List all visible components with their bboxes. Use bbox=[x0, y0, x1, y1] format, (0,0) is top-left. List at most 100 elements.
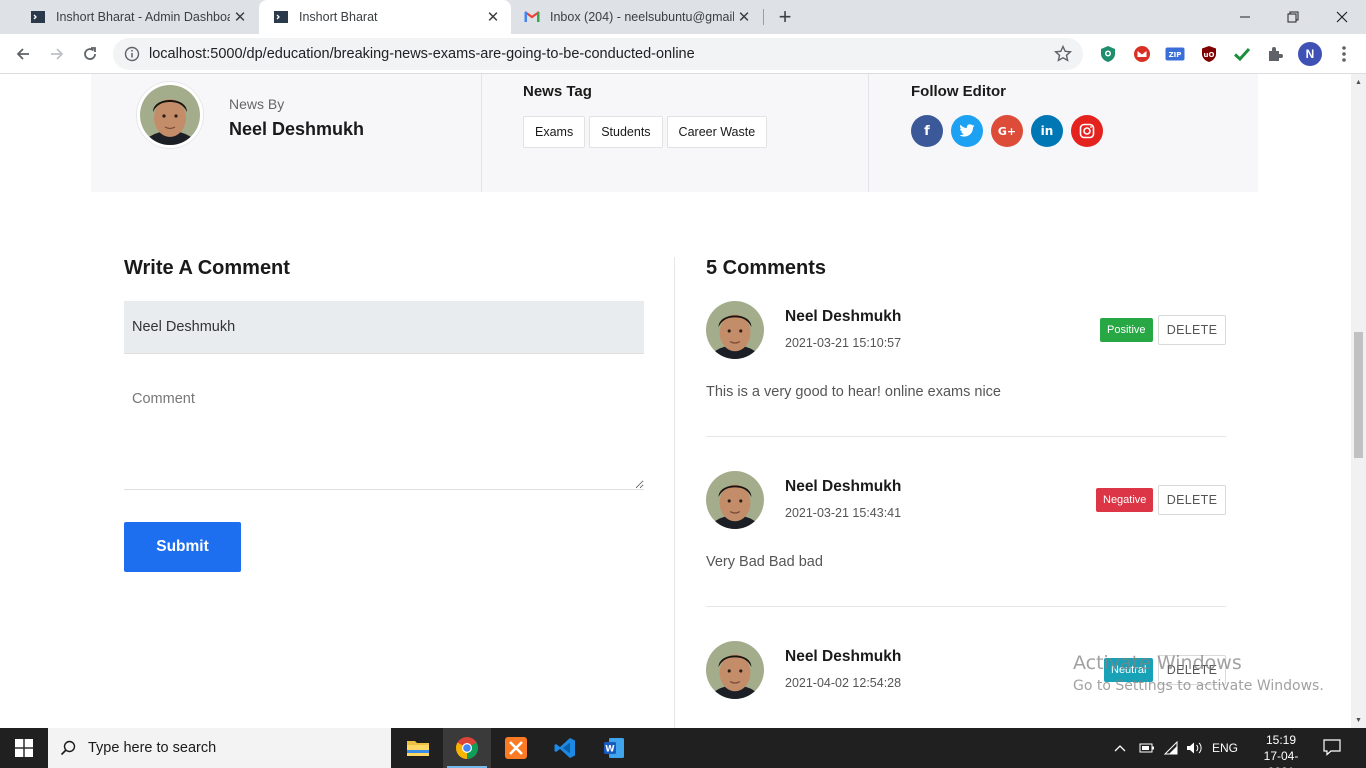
linkedin-icon[interactable]: in bbox=[1031, 115, 1063, 147]
close-window-button[interactable] bbox=[1319, 0, 1365, 34]
network-icon[interactable] bbox=[1163, 728, 1179, 768]
tab-admin-dashboard[interactable]: Inshort Bharat - Admin Dashboard ✕ bbox=[8, 0, 258, 34]
tab-close-icon[interactable]: ✕ bbox=[734, 7, 754, 27]
taskbar-chrome[interactable] bbox=[443, 728, 491, 768]
follow-editor-heading: Follow Editor bbox=[911, 83, 1006, 100]
back-button[interactable] bbox=[9, 40, 37, 68]
commenter-avatar bbox=[706, 471, 764, 529]
scroll-up-arrow-icon[interactable]: ▲ bbox=[1354, 77, 1363, 87]
clock-time: 15:19 bbox=[1265, 733, 1297, 747]
commenter-avatar bbox=[706, 301, 764, 359]
comment-textarea[interactable] bbox=[124, 376, 644, 490]
commenter-name: Neel Deshmukh bbox=[785, 648, 902, 665]
search-icon bbox=[60, 740, 76, 756]
tag-career-waste[interactable]: Career Waste bbox=[666, 116, 768, 148]
commenter-name-input[interactable] bbox=[124, 301, 644, 354]
delete-comment-button[interactable]: DELETE bbox=[1158, 485, 1226, 515]
comment-date: 2021-03-21 15:10:57 bbox=[785, 336, 902, 350]
commenter-avatar bbox=[706, 641, 764, 699]
svg-text:W: W bbox=[605, 745, 615, 755]
tag-exams[interactable]: Exams bbox=[523, 116, 586, 148]
tab-title: Inshort Bharat bbox=[299, 10, 378, 24]
twitter-icon[interactable] bbox=[951, 115, 983, 147]
chrome-icon bbox=[456, 737, 478, 759]
taskbar-word[interactable]: W bbox=[590, 728, 638, 768]
minimize-button[interactable] bbox=[1222, 0, 1268, 34]
terminal-favicon-icon bbox=[273, 9, 289, 25]
language-indicator[interactable]: ENG bbox=[1212, 728, 1238, 768]
article-meta-band: News By Neel Deshmukh News Tag Exams Stu… bbox=[91, 74, 1258, 192]
extension-shield-icon[interactable] bbox=[1098, 44, 1118, 64]
comment-date: 2021-03-21 15:43:41 bbox=[785, 506, 902, 520]
word-icon: W bbox=[604, 738, 624, 758]
commenter-name: Neel Deshmukh bbox=[785, 478, 902, 495]
browser-tab-strip: Inshort Bharat - Admin Dashboard ✕ Insho… bbox=[0, 0, 1366, 34]
show-hidden-icons-button[interactable] bbox=[1114, 728, 1126, 768]
windows-taskbar: Type here to search W ENG 15:19 17-04-20… bbox=[0, 728, 1366, 768]
facebook-icon[interactable]: f bbox=[911, 115, 943, 147]
browser-toolbar: localhost:5000/dp/education/breaking-new… bbox=[0, 34, 1366, 74]
chevron-up-icon bbox=[1114, 745, 1126, 752]
column-divider bbox=[481, 74, 482, 192]
tag-students[interactable]: Students bbox=[589, 116, 663, 148]
comments-column-divider bbox=[674, 257, 675, 728]
comment-date: 2021-04-02 12:54:28 bbox=[785, 676, 902, 690]
sentiment-badge-negative: Negative bbox=[1096, 488, 1154, 512]
column-divider bbox=[868, 74, 869, 192]
extension-zip-icon[interactable]: ZIP bbox=[1165, 44, 1185, 64]
tab-title: Inshort Bharat - Admin Dashboard bbox=[56, 10, 230, 24]
scrollbar-thumb[interactable] bbox=[1354, 332, 1363, 458]
news-tag-heading: News Tag bbox=[523, 83, 592, 100]
comments-count-title: 5 Comments bbox=[706, 257, 827, 279]
google-plus-icon[interactable]: G+ bbox=[991, 115, 1023, 147]
url-text: localhost:5000/dp/education/breaking-new… bbox=[149, 46, 695, 62]
page-scrollbar[interactable]: ▲ ▼ bbox=[1351, 74, 1366, 728]
activate-windows-watermark: Activate Windows Go to Settings to activ… bbox=[1073, 652, 1324, 694]
start-button[interactable] bbox=[0, 728, 48, 768]
extension-ublock-icon[interactable]: uO bbox=[1199, 44, 1219, 64]
battery-icon[interactable] bbox=[1139, 728, 1155, 768]
extensions-puzzle-icon[interactable] bbox=[1265, 44, 1285, 64]
taskbar-file-explorer[interactable] bbox=[394, 728, 442, 768]
terminal-favicon-icon bbox=[30, 9, 46, 25]
volume-icon[interactable] bbox=[1186, 728, 1204, 768]
site-info-icon[interactable] bbox=[124, 46, 140, 62]
taskbar-search-box[interactable]: Type here to search bbox=[48, 728, 391, 768]
sentiment-badge-positive: Positive bbox=[1100, 318, 1153, 342]
comment-separator bbox=[706, 606, 1226, 607]
folder-icon bbox=[407, 741, 429, 756]
action-center-icon[interactable] bbox=[1322, 738, 1344, 758]
restore-button[interactable] bbox=[1270, 0, 1316, 34]
write-comment-title: Write A Comment bbox=[124, 257, 290, 279]
tab-gmail-inbox[interactable]: Inbox (204) - neelsubuntu@gmail.com ✕ bbox=[512, 0, 762, 34]
author-name[interactable]: Neel Deshmukh bbox=[229, 119, 364, 140]
watermark-title: Activate Windows bbox=[1073, 652, 1242, 674]
taskbar-vscode[interactable] bbox=[541, 728, 589, 768]
taskbar-clock[interactable]: 15:19 17-04-2021 bbox=[1253, 732, 1309, 768]
comment-item: Neel Deshmukh 2021-03-21 15:10:57 Positi… bbox=[706, 301, 1226, 441]
instagram-icon[interactable] bbox=[1071, 115, 1103, 147]
scroll-down-arrow-icon[interactable]: ▼ bbox=[1354, 715, 1363, 725]
windows-logo-icon bbox=[15, 739, 33, 757]
reload-button[interactable] bbox=[76, 40, 104, 68]
submit-comment-button[interactable]: Submit bbox=[124, 522, 241, 572]
address-bar[interactable]: localhost:5000/dp/education/breaking-new… bbox=[113, 38, 1083, 70]
comment-text: This is a very good to hear! online exam… bbox=[706, 384, 1001, 400]
bookmark-star-icon[interactable] bbox=[1053, 44, 1073, 64]
delete-comment-button[interactable]: DELETE bbox=[1158, 315, 1226, 345]
extension-check-icon[interactable] bbox=[1232, 44, 1252, 64]
tab-inshort-bharat[interactable]: Inshort Bharat ✕ bbox=[259, 0, 511, 34]
vscode-icon bbox=[554, 738, 575, 758]
tab-close-icon[interactable]: ✕ bbox=[483, 7, 503, 27]
extension-mail-icon[interactable] bbox=[1132, 44, 1152, 64]
new-tab-button[interactable]: + bbox=[773, 4, 797, 29]
tab-close-icon[interactable]: ✕ bbox=[230, 7, 250, 27]
profile-avatar[interactable]: N bbox=[1298, 42, 1322, 66]
social-links: f G+ in bbox=[911, 115, 1103, 147]
tab-title: Inbox (204) - neelsubuntu@gmail.com bbox=[550, 10, 734, 24]
browser-menu-icon[interactable] bbox=[1334, 44, 1354, 64]
clock-date: 17-04-2021 bbox=[1263, 749, 1299, 768]
comment-item: Neel Deshmukh 2021-03-21 15:43:41 Negati… bbox=[706, 471, 1226, 611]
taskbar-xampp[interactable] bbox=[492, 728, 540, 768]
forward-button[interactable] bbox=[43, 40, 71, 68]
